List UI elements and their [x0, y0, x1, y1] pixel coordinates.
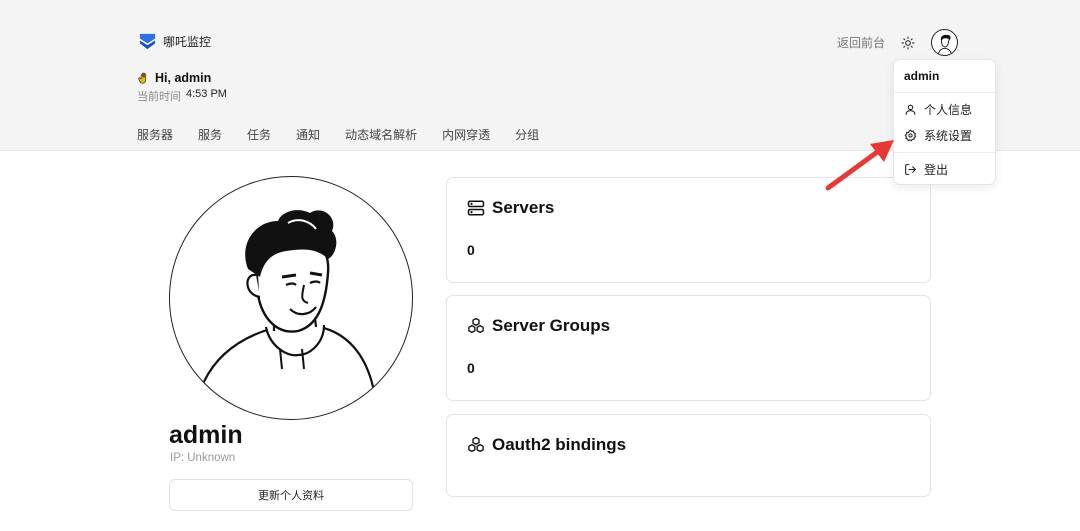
user-icon	[905, 104, 916, 115]
nav-item-ddns[interactable]: 动态域名解析	[345, 126, 417, 143]
nav-item-services[interactable]: 服务	[198, 126, 222, 143]
servers-card-title: Servers	[467, 198, 554, 218]
sun-icon	[901, 36, 915, 49]
menu-item-profile[interactable]: 个人信息	[904, 101, 972, 118]
server-groups-card: Server Groups 0	[446, 295, 931, 401]
server-groups-card-title: Server Groups	[467, 316, 610, 336]
nav-item-nat[interactable]: 内网穿透	[442, 126, 490, 143]
menu-item-logout[interactable]: 登出	[904, 161, 948, 178]
menu-item-settings[interactable]: 系统设置	[904, 127, 972, 144]
oauth2-bindings-card-title-text: Oauth2 bindings	[492, 435, 627, 454]
server-groups-card-title-text: Server Groups	[492, 316, 611, 335]
greeting-block: Hi, admin 当前时间 4:53 PM	[137, 71, 227, 104]
logout-icon	[905, 164, 916, 175]
dropdown-username: admin	[904, 69, 940, 83]
user-dropdown-menu: admin 个人信息 系统设置 登出	[893, 59, 996, 185]
servers-count: 0	[467, 242, 475, 258]
current-time: 当前时间 4:53 PM	[137, 88, 227, 104]
gear-icon	[904, 129, 917, 142]
greeting-text: Hi, admin	[155, 71, 212, 85]
profile-avatar	[169, 176, 413, 420]
boxes-icon	[468, 436, 484, 453]
brand-name: 哪吒监控	[163, 35, 212, 49]
menu-item-settings-label: 系统设置	[924, 129, 973, 143]
time-label: 当前时间	[137, 91, 181, 103]
servers-card-title-text: Servers	[492, 198, 555, 217]
header-actions: 返回前台	[837, 29, 958, 56]
back-to-frontend-link[interactable]: 返回前台	[837, 34, 885, 51]
menu-item-profile-label: 个人信息	[924, 103, 973, 117]
greeting-line: Hi, admin	[137, 71, 227, 85]
nav-item-tasks[interactable]: 任务	[247, 126, 271, 143]
nav-item-groups[interactable]: 分组	[515, 126, 539, 143]
server-groups-count: 0	[467, 360, 475, 376]
profile-ip: IP: Unknown	[170, 452, 236, 464]
dropdown-divider	[894, 152, 995, 153]
nav-item-servers[interactable]: 服务器	[137, 126, 173, 143]
boxes-icon	[468, 317, 484, 334]
theme-toggle-button[interactable]	[899, 34, 917, 52]
user-avatar-button[interactable]	[931, 29, 958, 56]
profile-name: admin	[169, 421, 243, 449]
nav-item-notifications[interactable]: 通知	[296, 126, 320, 143]
main-nav: 服务器 服务 任务 通知 动态域名解析 内网穿透 分组	[137, 126, 564, 143]
menu-item-logout-label: 登出	[924, 163, 949, 177]
brand[interactable]: 哪吒监控	[138, 32, 211, 51]
wave-hand-icon	[138, 72, 147, 84]
oauth2-bindings-card-title: Oauth2 bindings	[467, 435, 626, 455]
profile-avatar-illustration	[198, 210, 376, 392]
servers-card: Servers 0	[446, 177, 931, 283]
server-icon	[467, 200, 485, 216]
oauth2-bindings-card: Oauth2 bindings	[446, 414, 931, 497]
avatar-icon	[937, 34, 952, 54]
update-profile-button[interactable]: 更新个人资料	[169, 479, 413, 511]
dropdown-divider	[894, 92, 995, 93]
brand-logo-icon	[139, 33, 156, 50]
time-value: 4:53 PM	[186, 88, 227, 100]
